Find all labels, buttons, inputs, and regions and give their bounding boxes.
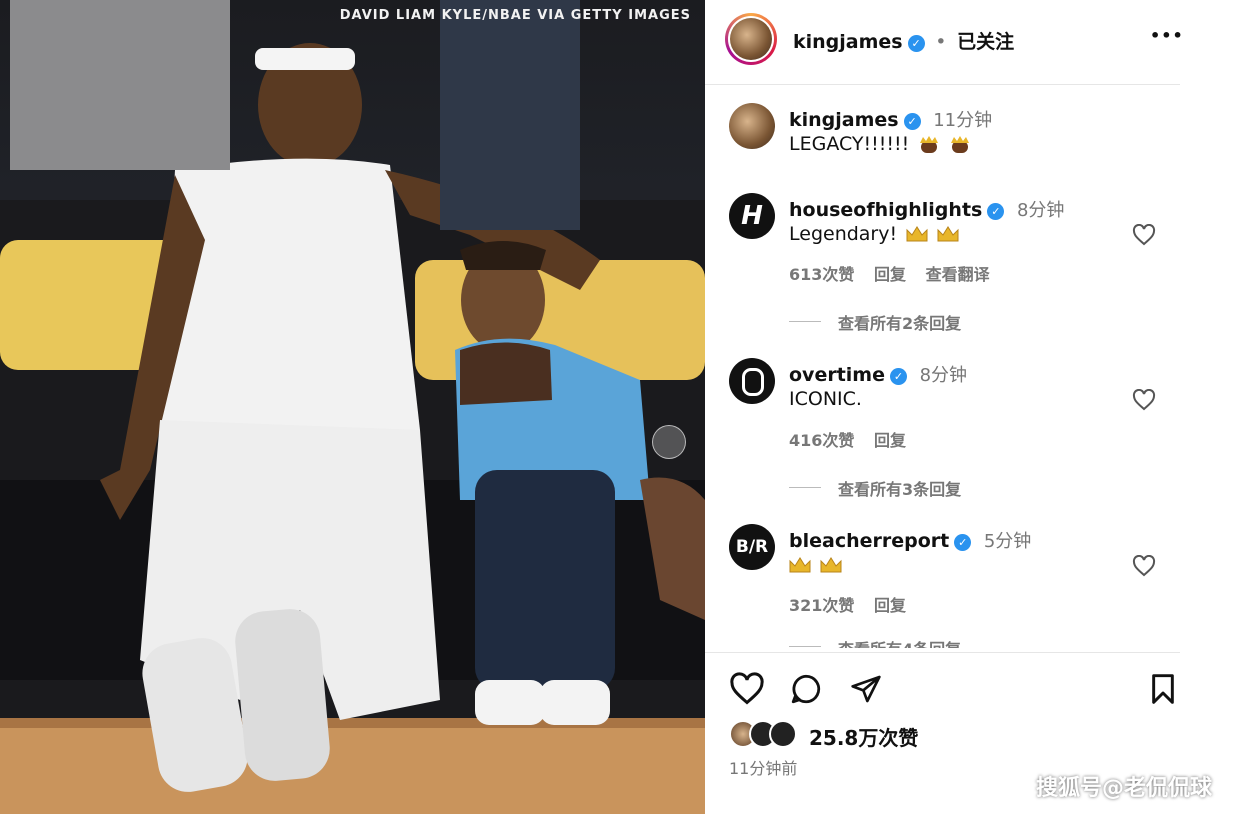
comment-username-row: overtime ✓ 8分钟	[789, 361, 967, 387]
liker-avatar	[769, 720, 797, 748]
divider-line	[789, 321, 821, 322]
divider	[705, 652, 1180, 653]
save-bookmark-icon[interactable]	[1148, 673, 1178, 705]
separator-dot: •	[935, 31, 947, 53]
comment-actions: 613次赞 回复 查看翻译	[789, 261, 990, 285]
comment-bubble-icon[interactable]	[789, 672, 823, 706]
comment-text-row	[786, 554, 842, 576]
comment-time: 5分钟	[983, 531, 1032, 552]
like-count[interactable]: 25.8万次赞	[809, 722, 918, 751]
comment-username-row: houseofhighlights ✓ 8分钟	[789, 196, 1064, 222]
follow-status-button[interactable]: 已关注	[957, 31, 1014, 53]
view-replies-link[interactable]: 查看所有2条回复	[838, 310, 961, 334]
verified-icon: ✓	[889, 368, 907, 385]
like-comment-heart-icon[interactable]	[1132, 224, 1156, 246]
more-options-icon[interactable]: •••	[1150, 26, 1184, 45]
crown-emoji-icon	[937, 226, 959, 242]
verified-icon: ✓	[903, 113, 921, 130]
comment-likes[interactable]: 416次赞	[789, 431, 854, 450]
divider-line	[789, 487, 821, 488]
comment-time: 8分钟	[1016, 200, 1065, 221]
photo-credit: DAVID LIAM KYLE/NBAE VIA GETTY IMAGES	[339, 8, 691, 23]
divider-line	[789, 646, 821, 647]
author-username[interactable]: kingjames	[793, 31, 903, 53]
comment-likes[interactable]: 321次赞	[789, 596, 854, 615]
comment-actions: 416次赞 回复	[789, 427, 906, 451]
crown-face-emoji-icon	[920, 136, 939, 153]
caption-username-row: kingjames ✓ 11分钟	[789, 106, 992, 132]
comment-username[interactable]: houseofhighlights	[789, 199, 982, 221]
overtime-logo-icon	[742, 368, 764, 396]
photo-illustration	[0, 0, 705, 814]
post-photo: DAVID LIAM KYLE/NBAE VIA GETTY IMAGES	[0, 0, 705, 814]
author-username-row: kingjames ✓ • 已关注	[793, 27, 1014, 54]
verified-icon: ✓	[987, 203, 1005, 220]
view-replies-link[interactable]: 查看所有3条回复	[838, 476, 961, 500]
share-paper-plane-icon[interactable]	[850, 673, 882, 705]
comment-username-row: bleacherreport ✓ 5分钟	[789, 527, 1031, 553]
caption-text-row: LEGACY!!!!!!	[789, 133, 971, 155]
like-heart-icon[interactable]	[729, 672, 765, 706]
verified-icon: ✓	[907, 35, 925, 52]
watermark: 搜狐号@老侃侃球	[1035, 776, 1212, 801]
crown-face-emoji-icon	[951, 136, 970, 153]
comment-text-row: Legendary!	[789, 223, 959, 245]
comment-username[interactable]: bleacherreport	[789, 530, 949, 552]
post-header: kingjames ✓ • 已关注 •••	[705, 0, 1183, 85]
reply-button[interactable]: 回复	[874, 596, 906, 615]
translate-button[interactable]: 查看翻译	[926, 265, 990, 284]
caption-time: 11分钟	[933, 110, 993, 131]
caption-username[interactable]: kingjames	[789, 109, 899, 131]
like-comment-heart-icon[interactable]	[1132, 555, 1156, 577]
comment-likes[interactable]: 613次赞	[789, 265, 854, 284]
author-avatar[interactable]	[725, 13, 777, 65]
comment-text: Legendary!	[789, 223, 898, 245]
caption-avatar[interactable]	[729, 103, 775, 149]
houseofhighlights-avatar[interactable]: H	[729, 193, 775, 239]
comment-actions: 321次赞 回复	[789, 592, 906, 616]
crown-emoji-icon	[906, 226, 928, 242]
caption-text: LEGACY!!!!!!	[789, 133, 910, 155]
comment-username[interactable]: overtime	[789, 364, 885, 386]
crown-emoji-icon	[789, 557, 811, 573]
post-time: 11分钟前	[729, 759, 798, 778]
reply-button[interactable]: 回复	[874, 265, 906, 284]
comment-text: ICONIC.	[789, 388, 862, 410]
like-comment-heart-icon[interactable]	[1132, 389, 1156, 411]
verified-icon: ✓	[954, 534, 972, 551]
overtime-avatar[interactable]	[729, 358, 775, 404]
reply-button[interactable]: 回复	[874, 431, 906, 450]
comment-time: 8分钟	[919, 365, 968, 386]
comments-panel: kingjames ✓ • 已关注 ••• kingjames ✓ 11分钟 LEG…	[705, 0, 1240, 814]
crown-emoji-icon	[820, 557, 842, 573]
carousel-indicator[interactable]	[652, 425, 686, 459]
view-replies-link[interactable]: 查看所有4条回复	[838, 636, 961, 648]
bleacherreport-avatar[interactable]: B/R	[729, 524, 775, 570]
view-replies-clipped: 查看所有4条回复	[789, 636, 1189, 648]
